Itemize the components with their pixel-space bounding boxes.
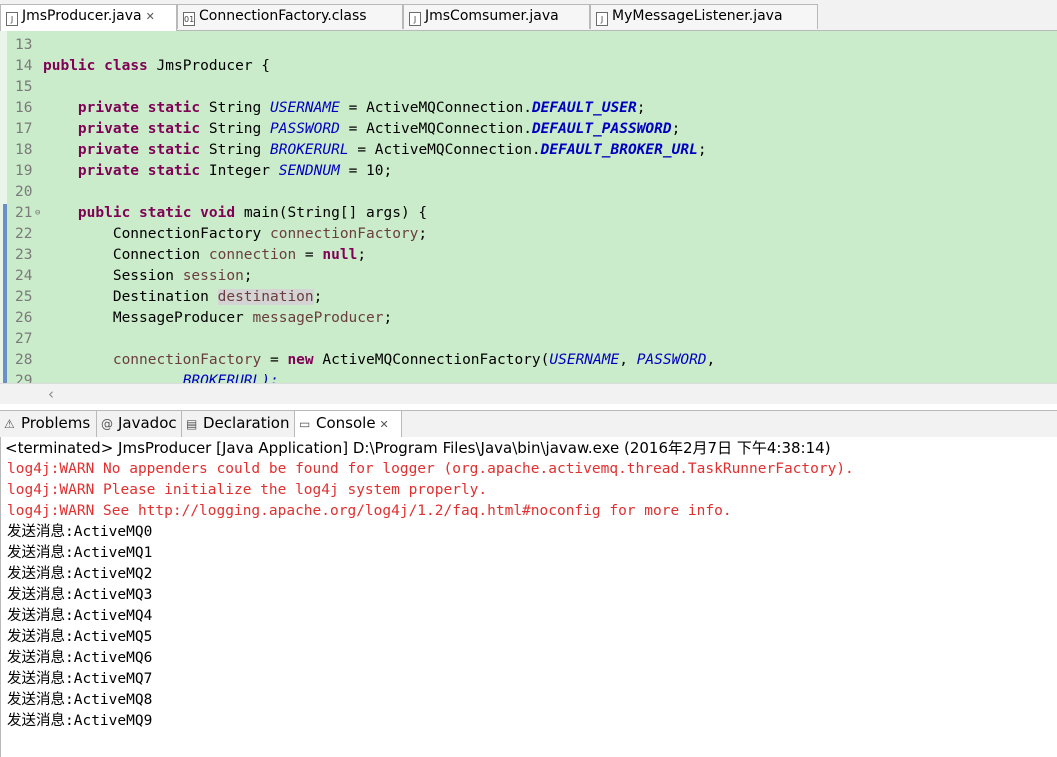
tab-label: JmsComsumer.java (425, 8, 559, 24)
java-file-icon: J (6, 12, 18, 26)
tab-connectionfactory-class[interactable]: 01 ConnectionFactory.class (177, 4, 403, 29)
fold-icon[interactable]: ⊖ (35, 203, 40, 224)
code-line: 19 private static Integer SENDNUM = 10; (15, 163, 393, 179)
tab-javadoc[interactable]: @ Javadoc (97, 411, 182, 437)
tab-label: JmsProducer.java (22, 8, 142, 24)
console-warning-line: log4j:WARN See http://logging.apache.org… (7, 503, 732, 519)
console-output-line: 发送消息:ActiveMQ5 (7, 629, 153, 645)
close-icon[interactable]: ✕ (380, 418, 389, 431)
code-line: 15 (15, 79, 33, 95)
console-output-line: 发送消息:ActiveMQ2 (7, 566, 153, 582)
tab-declaration[interactable]: ▤ Declaration (182, 411, 295, 437)
tab-problems[interactable]: ⚠ Problems (0, 411, 97, 437)
console-output-line: 发送消息:ActiveMQ6 (7, 650, 153, 666)
tab-console[interactable]: ▭ Console ✕ (295, 411, 402, 437)
java-file-icon: J (409, 12, 421, 26)
code-editor[interactable]: 13 14 public class JmsProducer { 15 16 pr… (0, 31, 1057, 383)
scroll-left-icon[interactable]: ‹ (48, 385, 54, 403)
code-line: 14 public class JmsProducer { (15, 58, 271, 74)
code-line: 18 private static String BROKERURL = Act… (15, 142, 707, 158)
code-line: 24 Session session; (15, 268, 253, 284)
code-line: 17 private static String PASSWORD = Acti… (15, 121, 681, 137)
tab-mymessagelistener-java[interactable]: J MyMessageListener.java (590, 4, 818, 29)
console-icon: ▭ (299, 417, 311, 431)
close-icon[interactable]: ✕ (146, 5, 155, 28)
view-tab-bar: ⚠ Problems @ Javadoc ▤ Declaration ▭ Console… (0, 410, 1057, 438)
java-file-icon: J (596, 12, 608, 26)
class-file-icon: 01 (183, 12, 195, 26)
code-line: 23 Connection connection = null; (15, 247, 367, 263)
declaration-icon: ▤ (186, 417, 198, 431)
code-line: 28 connectionFactory = new ActiveMQConne… (15, 352, 716, 368)
console-output-line: 发送消息:ActiveMQ1 (7, 545, 153, 561)
console-output: log4j:WARN No appenders could be found f… (7, 459, 854, 732)
code-line: 21 ⊖ public static void main(String[] arg… (15, 203, 715, 224)
editor-tab-bar: J JmsProducer.java ✕ 01 ConnectionFactory.c… (0, 0, 1057, 31)
at-icon: @ (101, 417, 113, 431)
change-marker (3, 204, 7, 383)
code-line: 29 BROKERURL); (15, 373, 279, 383)
console-output-line: 发送消息:ActiveMQ9 (7, 713, 153, 729)
tab-jmsproducer-java[interactable]: J JmsProducer.java ✕ (0, 4, 177, 31)
tab-jmscomsumer-java[interactable]: J JmsComsumer.java (403, 4, 590, 29)
console-output-line: 发送消息:ActiveMQ8 (7, 692, 153, 708)
console-output-line: 发送消息:ActiveMQ4 (7, 608, 153, 624)
highlighted-variable: destination (217, 289, 314, 305)
console-output-line: 发送消息:ActiveMQ0 (7, 524, 153, 540)
code-line: 13 (15, 37, 33, 53)
console-warning-line: log4j:WARN Please initialize the log4j s… (7, 482, 488, 498)
console-output-line: 发送消息:ActiveMQ3 (7, 587, 153, 603)
problems-icon: ⚠ (4, 417, 15, 431)
tab-label: ConnectionFactory.class (199, 8, 367, 24)
code-line: 25 Destination destination; (15, 289, 323, 305)
console-header: <terminated> JmsProducer [Java Applicati… (5, 439, 831, 457)
console-view[interactable]: <terminated> JmsProducer [Java Applicati… (0, 437, 1057, 757)
code-lines: 13 14 public class JmsProducer { 15 16 pr… (15, 35, 715, 383)
horizontal-scrollbar[interactable]: ‹ (0, 383, 1057, 404)
code-line: 20 (15, 184, 33, 200)
code-line: 22 ConnectionFactory connectionFactory; (15, 226, 428, 242)
console-warning-line: log4j:WARN No appenders could be found f… (7, 461, 854, 477)
code-line: 16 private static String USERNAME = Acti… (15, 100, 646, 116)
code-line: 27 (15, 331, 33, 347)
console-output-line: 发送消息:ActiveMQ7 (7, 671, 153, 687)
code-line: 26 MessageProducer messageProducer; (15, 310, 393, 326)
tab-label: MyMessageListener.java (612, 8, 783, 24)
